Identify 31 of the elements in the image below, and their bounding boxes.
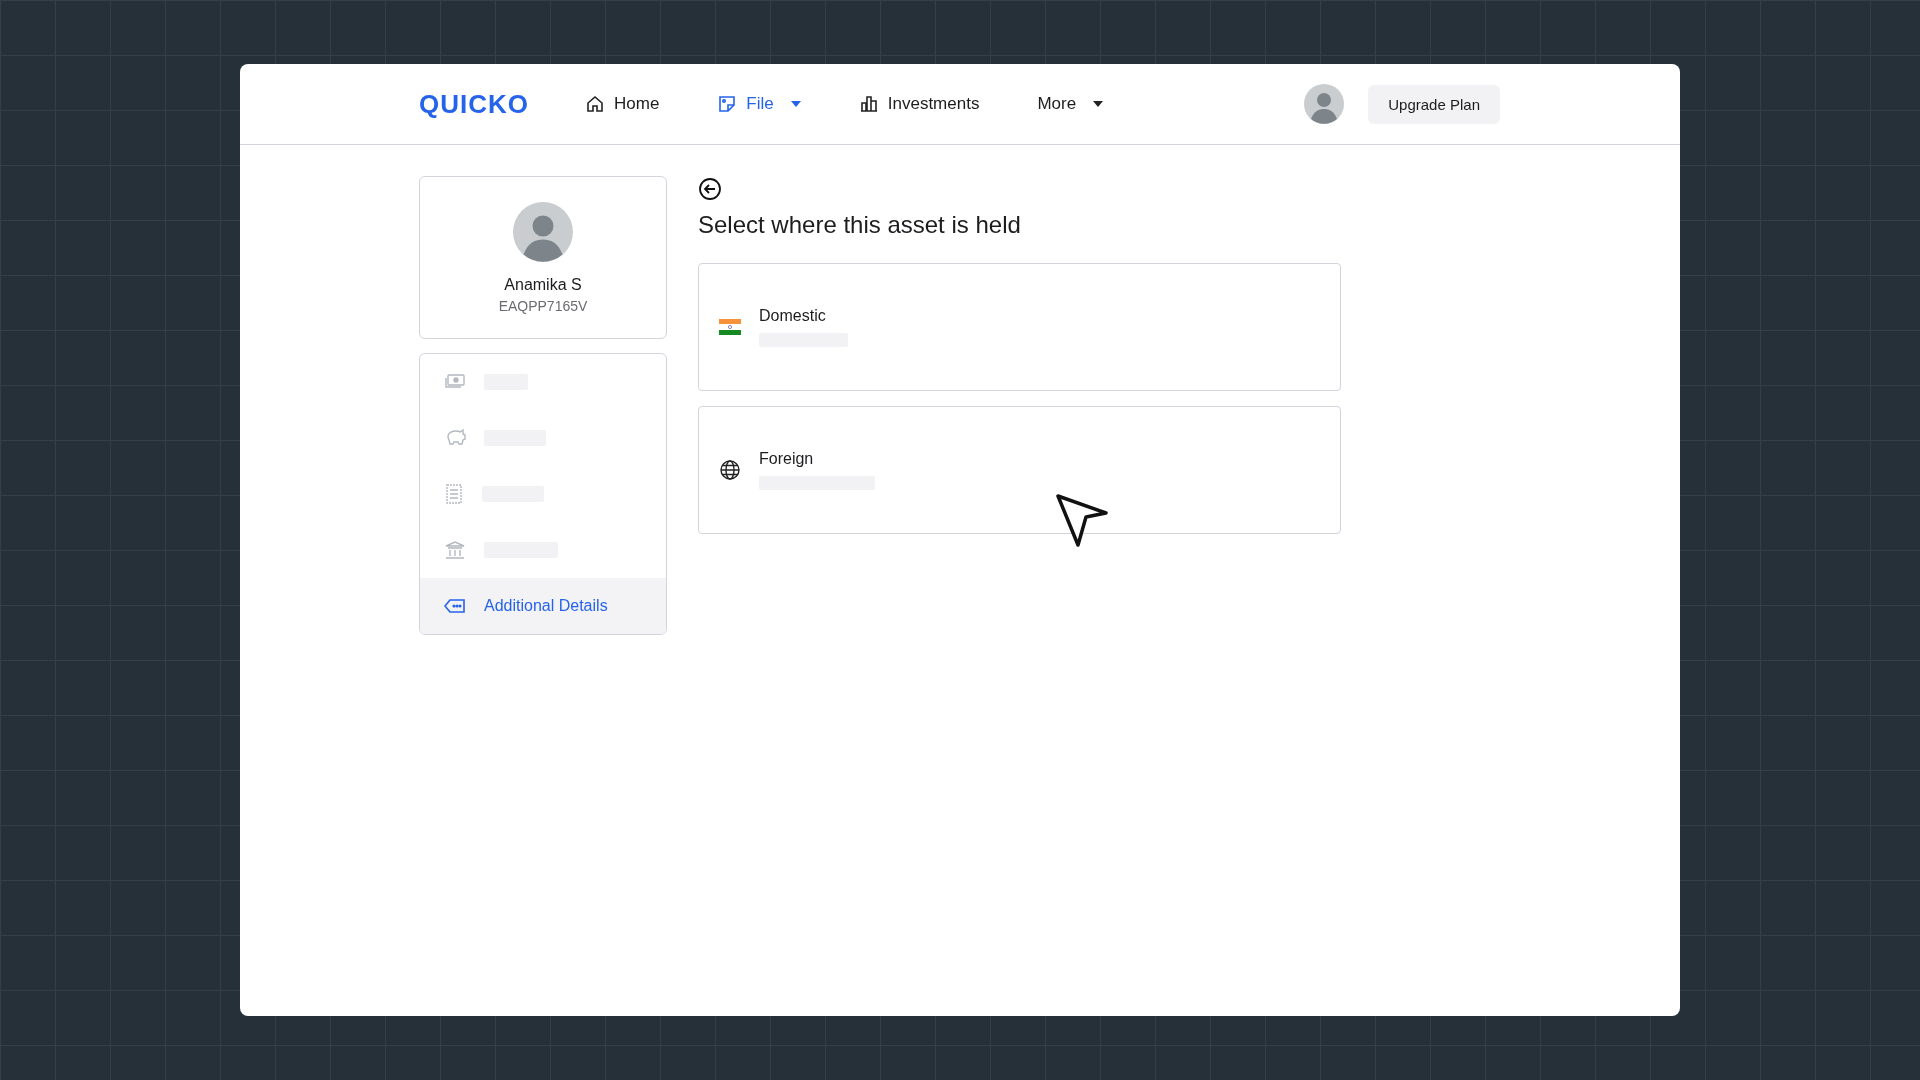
profile-name: Anamika S: [504, 275, 582, 294]
option-card[interactable]: Foreign: [698, 406, 1341, 534]
profile-avatar: [513, 201, 573, 262]
flag-icon: [719, 319, 741, 335]
quicko-logo[interactable]: QUICKO: [419, 88, 529, 120]
option-label: Domestic: [759, 307, 827, 325]
bank-icon: [444, 540, 466, 560]
caret-icon: [1093, 101, 1104, 107]
note-icon: [717, 94, 738, 114]
caret-icon: [790, 101, 801, 107]
piggy-bank-icon: [444, 428, 466, 448]
user-avatar: [1304, 84, 1345, 124]
back-icon[interactable]: [698, 177, 722, 201]
option-label: Foreign: [759, 450, 815, 468]
globe-icon: [719, 459, 741, 481]
nav-link[interactable]: Home: [585, 94, 660, 114]
sidebar-item-label: Additional Details: [484, 597, 608, 615]
option-card[interactable]: Domestic: [698, 263, 1341, 391]
bar-chart-icon: [858, 94, 879, 114]
nav-link[interactable]: File: [717, 94, 801, 114]
nav-link[interactable]: Investments: [858, 94, 980, 114]
cash-icon: [444, 373, 466, 391]
sidebar-item[interactable]: Additional Details: [420, 578, 666, 634]
nav-link[interactable]: More: [1037, 94, 1104, 114]
receipt-icon: [444, 483, 464, 505]
home-icon: [585, 94, 605, 114]
upgrade-plan-button[interactable]: Upgrade Plan: [1368, 84, 1500, 124]
cursor-icon: [1055, 493, 1109, 549]
page-heading: Select where this asset is held: [698, 211, 1022, 239]
pan-number: EAQPP7165V: [498, 297, 588, 314]
tag-icon: [444, 598, 466, 614]
